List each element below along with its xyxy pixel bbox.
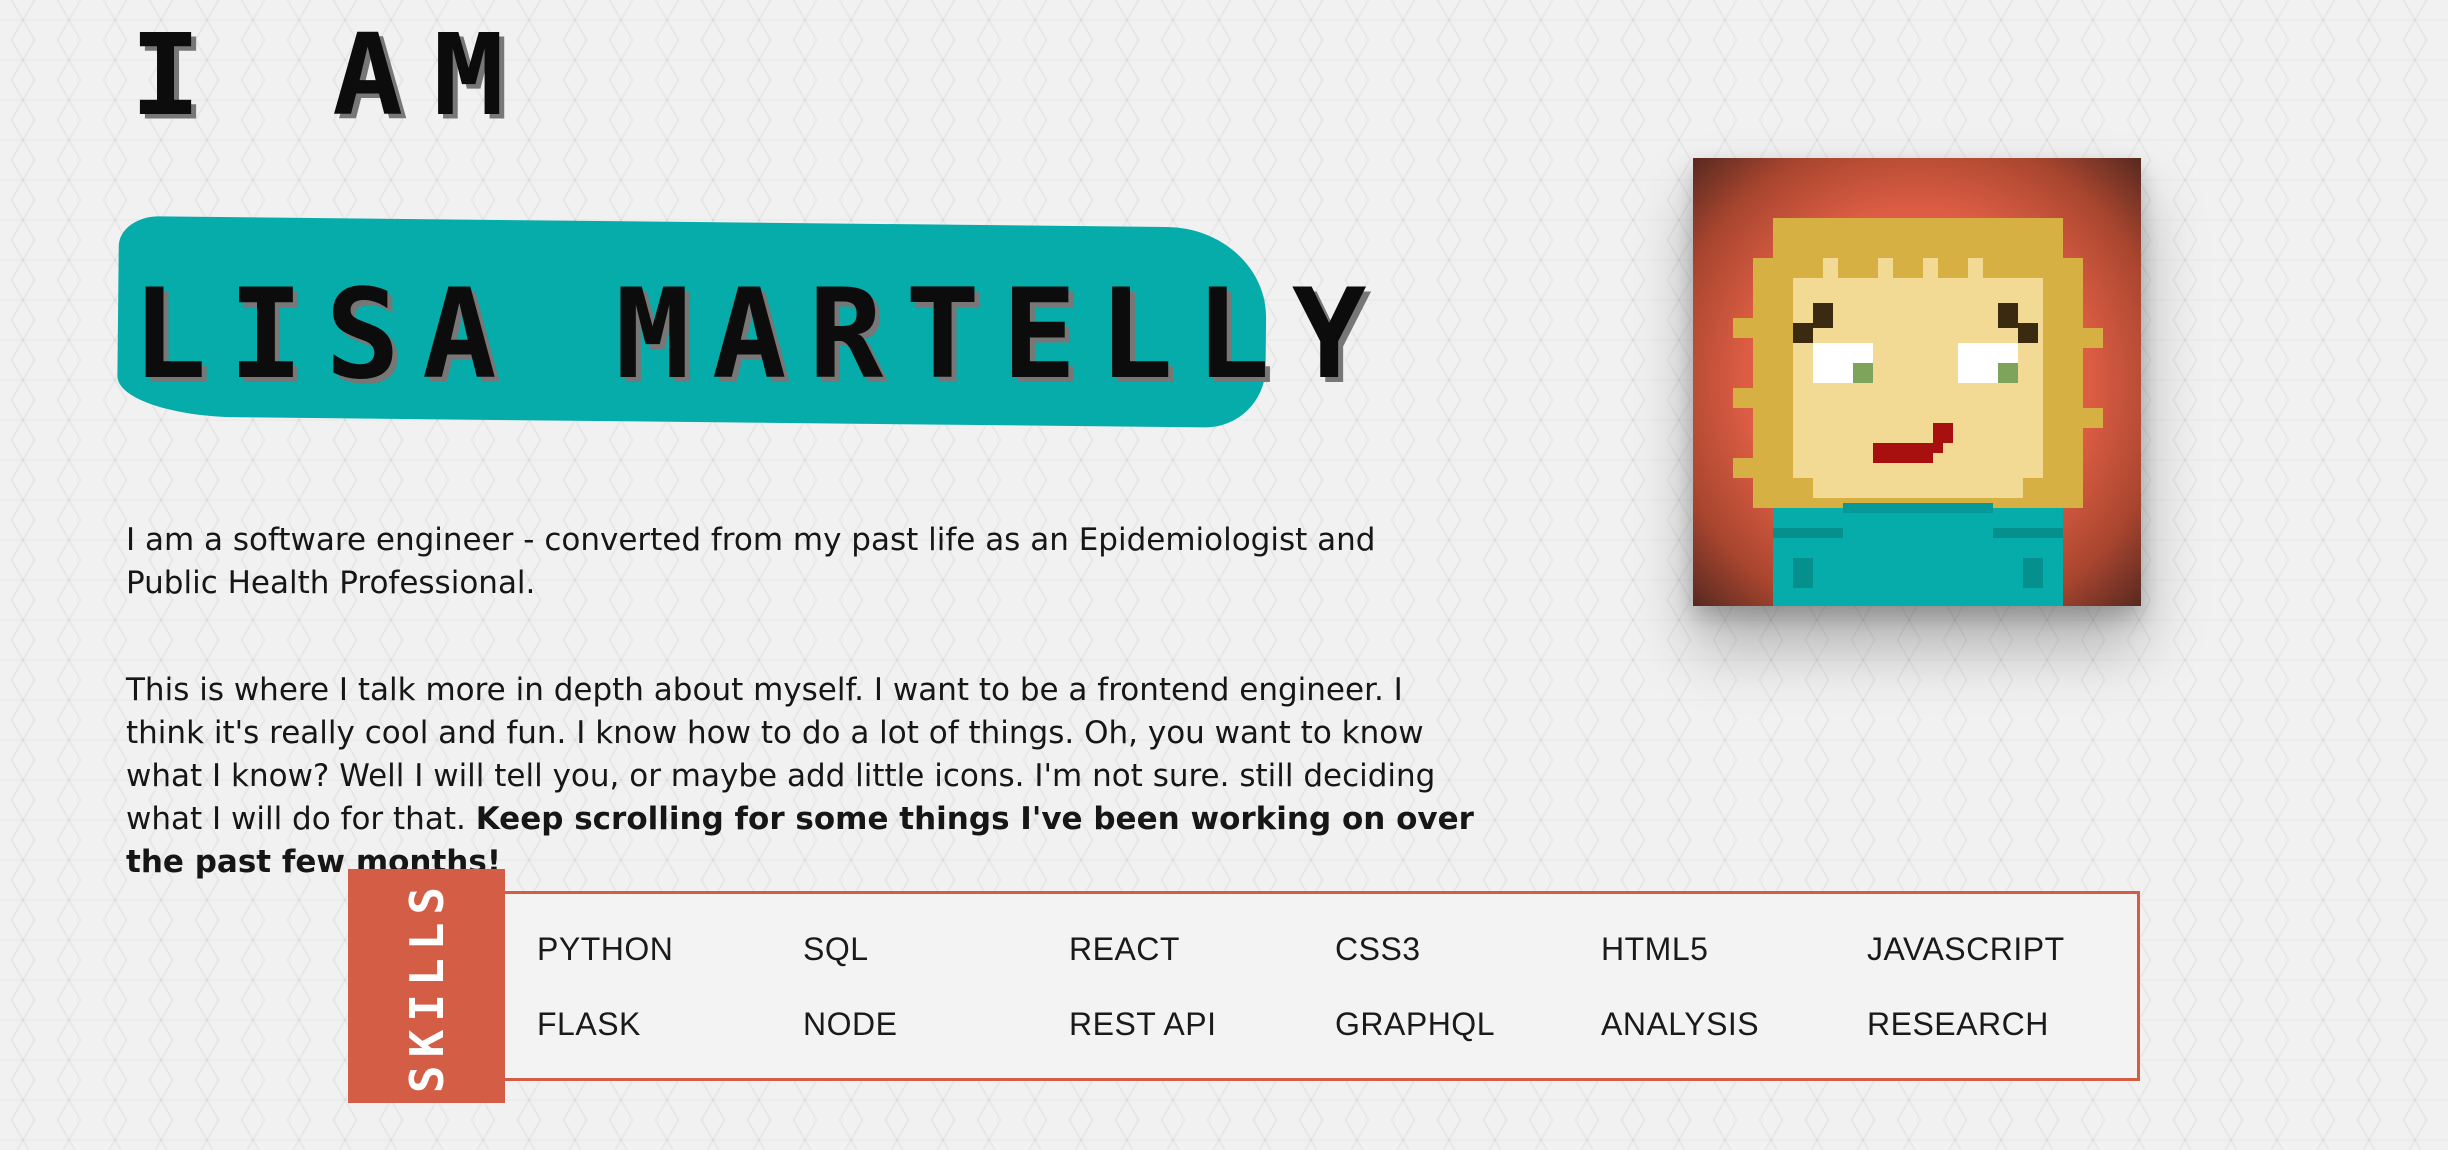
skill-item: CSS3	[1335, 931, 1421, 967]
about-paragraph-1: I am a software engineer - converted fro…	[126, 522, 1376, 601]
name-heading: LISA MARTELLY	[132, 263, 1389, 407]
skills-row: FLASK NODE REST API GRAPHQL ANALYSIS RES…	[537, 1004, 2133, 1044]
skill-item: GRAPHQL	[1335, 1006, 1495, 1042]
skill-item: REST API	[1069, 1006, 1217, 1042]
skill-item: RESEARCH	[1867, 1006, 2049, 1042]
about-paragraph-2: This is where I talk more in depth about…	[126, 669, 1476, 884]
skill-item: REACT	[1069, 931, 1180, 967]
skill-item: NODE	[803, 1006, 898, 1042]
skill-item: FLASK	[537, 1006, 641, 1042]
skill-item: PYTHON	[537, 931, 674, 967]
pixel-avatar-icon	[1693, 158, 2141, 606]
skills-row: PYTHON SQL REACT CSS3 HTML5 JAVASCRIPT	[537, 929, 2133, 969]
skill-item: SQL	[803, 931, 869, 967]
skills-label: SKILLS	[399, 878, 454, 1094]
skills-tab: SKILLS	[348, 869, 505, 1103]
skill-item: ANALYSIS	[1601, 1006, 1760, 1042]
skill-item: JAVASCRIPT	[1867, 931, 2065, 967]
skill-item: HTML5	[1601, 931, 1709, 967]
skills-box: PYTHON SQL REACT CSS3 HTML5 JAVASCRIPT F…	[505, 891, 2140, 1081]
intro-heading: I AM	[130, 9, 535, 141]
